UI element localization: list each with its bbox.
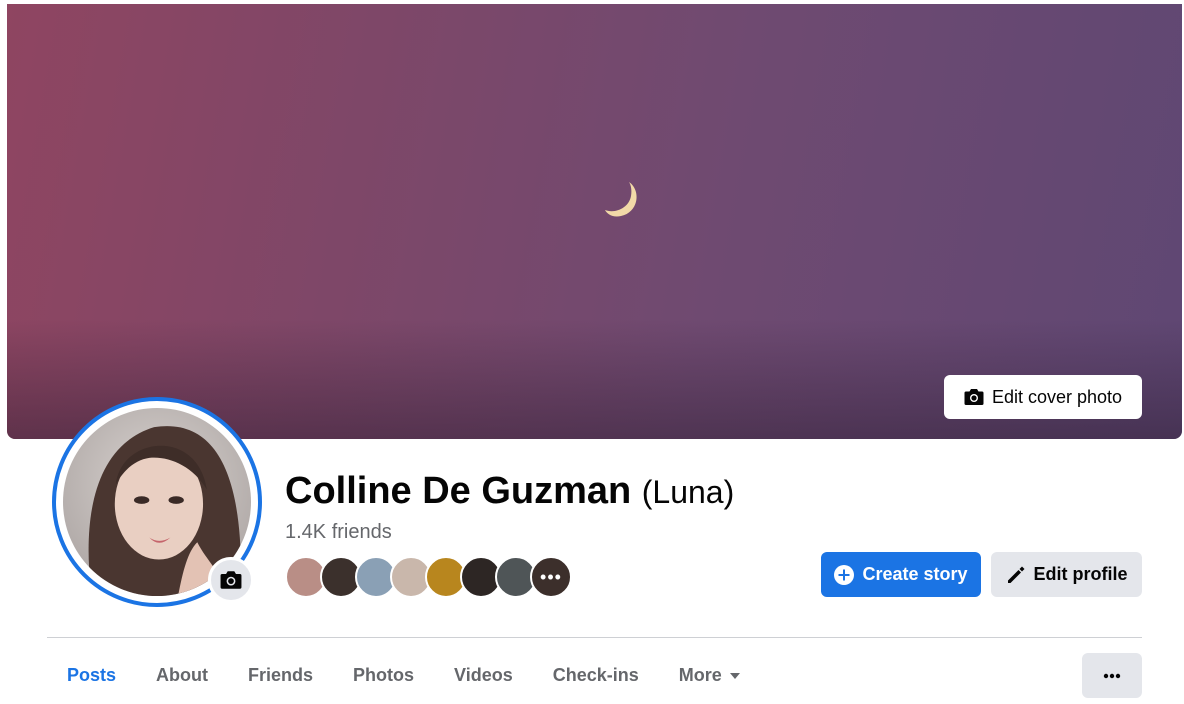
edit-profile-label: Edit profile <box>1033 564 1128 584</box>
edit-cover-photo-button[interactable]: Edit cover photo <box>944 375 1142 419</box>
section-divider <box>47 637 1142 638</box>
create-story-label: Create story <box>862 564 968 584</box>
pencil-icon <box>1007 566 1024 583</box>
tab-about[interactable]: About <box>136 650 228 700</box>
camera-icon <box>220 571 242 589</box>
caret-down-icon <box>729 673 740 679</box>
profile-name: Colline De Guzman <box>285 470 632 512</box>
tab-check-ins[interactable]: Check-ins <box>533 650 659 700</box>
tab-friends[interactable]: Friends <box>228 650 333 700</box>
tab-label: Friends <box>248 664 314 685</box>
tab-label: More <box>678 664 722 685</box>
tab-posts[interactable]: Posts <box>47 650 136 700</box>
profile-name-row: Colline De Guzman (Luna) <box>285 470 734 513</box>
cover-photo[interactable] <box>7 4 1182 439</box>
edit-cover-photo-label: Edit cover photo <box>991 386 1123 407</box>
tab-label: Check-ins <box>552 664 639 685</box>
tab-photos[interactable]: Photos <box>333 650 434 700</box>
tab-label: Videos <box>454 664 513 685</box>
update-profile-picture-button[interactable] <box>208 557 254 603</box>
tab-more[interactable]: More <box>659 650 760 700</box>
profile-nickname: (Luna) <box>641 474 735 510</box>
tab-videos[interactable]: Videos <box>434 650 533 700</box>
more-friends-avatar[interactable]: ••• <box>530 556 572 598</box>
camera-icon <box>964 389 984 405</box>
edit-profile-button[interactable]: Edit profile <box>991 552 1142 597</box>
profile-tabs: Posts About Friends Photos Videos Check-… <box>47 650 760 700</box>
tab-label: Posts <box>67 664 117 685</box>
friends-count-link[interactable]: 1.4K friends <box>285 521 392 544</box>
tab-label: About <box>156 664 209 685</box>
crescent-moon <box>605 182 637 217</box>
ellipsis-icon <box>1103 673 1121 678</box>
plus-circle-icon <box>834 564 855 585</box>
create-story-button[interactable]: Create story <box>821 552 981 597</box>
more-friends-icon: ••• <box>540 566 562 587</box>
more-options-button[interactable] <box>1082 653 1142 698</box>
tab-label: Photos <box>353 664 415 685</box>
